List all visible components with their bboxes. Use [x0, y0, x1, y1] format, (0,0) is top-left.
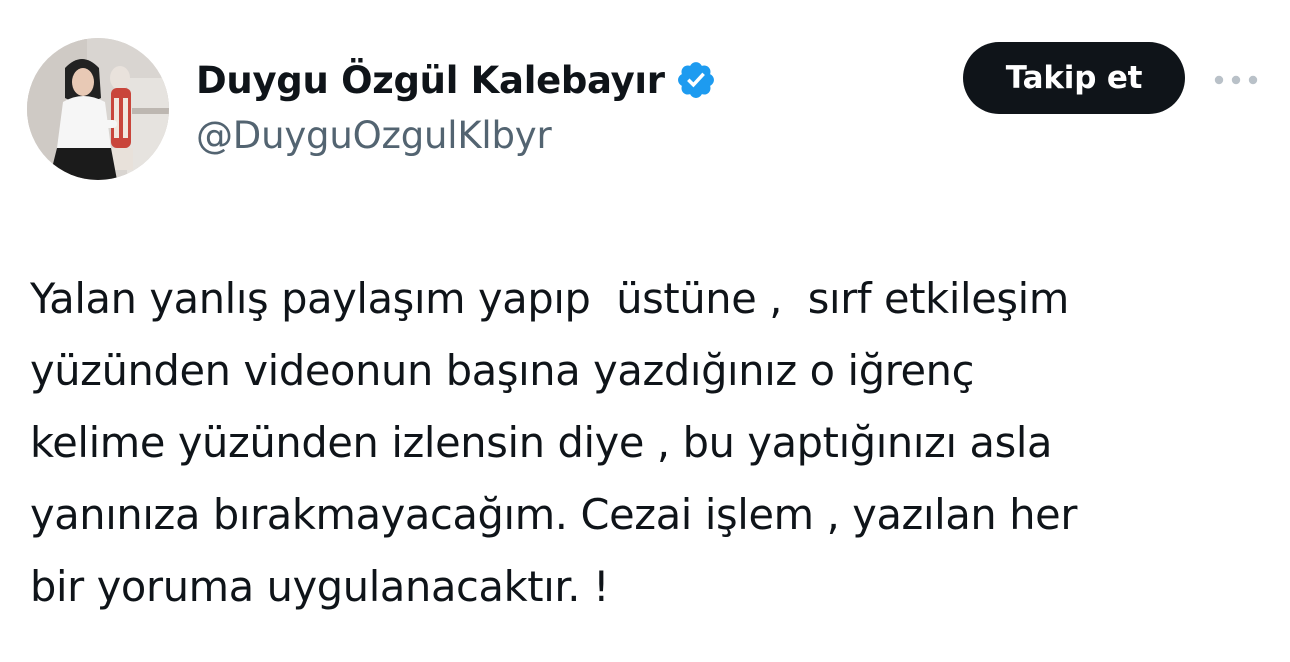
- author-display-name[interactable]: Duygu Özgül Kalebayır: [196, 59, 665, 102]
- tweet-text-line: kelime yüzünden izlensin diye , bu yaptı…: [30, 418, 1053, 467]
- follow-button[interactable]: Takip et: [963, 42, 1185, 114]
- more-horizontal-icon: [1214, 75, 1258, 85]
- tweet-text-line: Yalan yanlış paylaşım yapıp üstüne , sır…: [30, 274, 1069, 323]
- tweet-text-line: yanınıza bırakmayacağım. Cezai işlem , y…: [30, 490, 1078, 539]
- tweet-card: Duygu Özgül Kalebayır @DuyguOzgulKlbyr T…: [0, 0, 1290, 662]
- tweet-text: Yalan yanlış paylaşım yapıp üstüne , sır…: [30, 263, 1275, 623]
- author-name-row: Duygu Özgül Kalebayır: [196, 52, 717, 108]
- tweet-text-line: bir yoruma uygulanacaktır. !: [30, 562, 610, 611]
- more-options-button[interactable]: [1208, 60, 1264, 100]
- tweet-text-line: yüzünden videonun başına yazdığınız o iğ…: [30, 346, 975, 395]
- verified-badge-icon[interactable]: [675, 59, 717, 101]
- avatar-photo-icon: [27, 38, 169, 180]
- author-handle[interactable]: @DuyguOzgulKlbyr: [196, 114, 552, 157]
- avatar[interactable]: [27, 38, 169, 180]
